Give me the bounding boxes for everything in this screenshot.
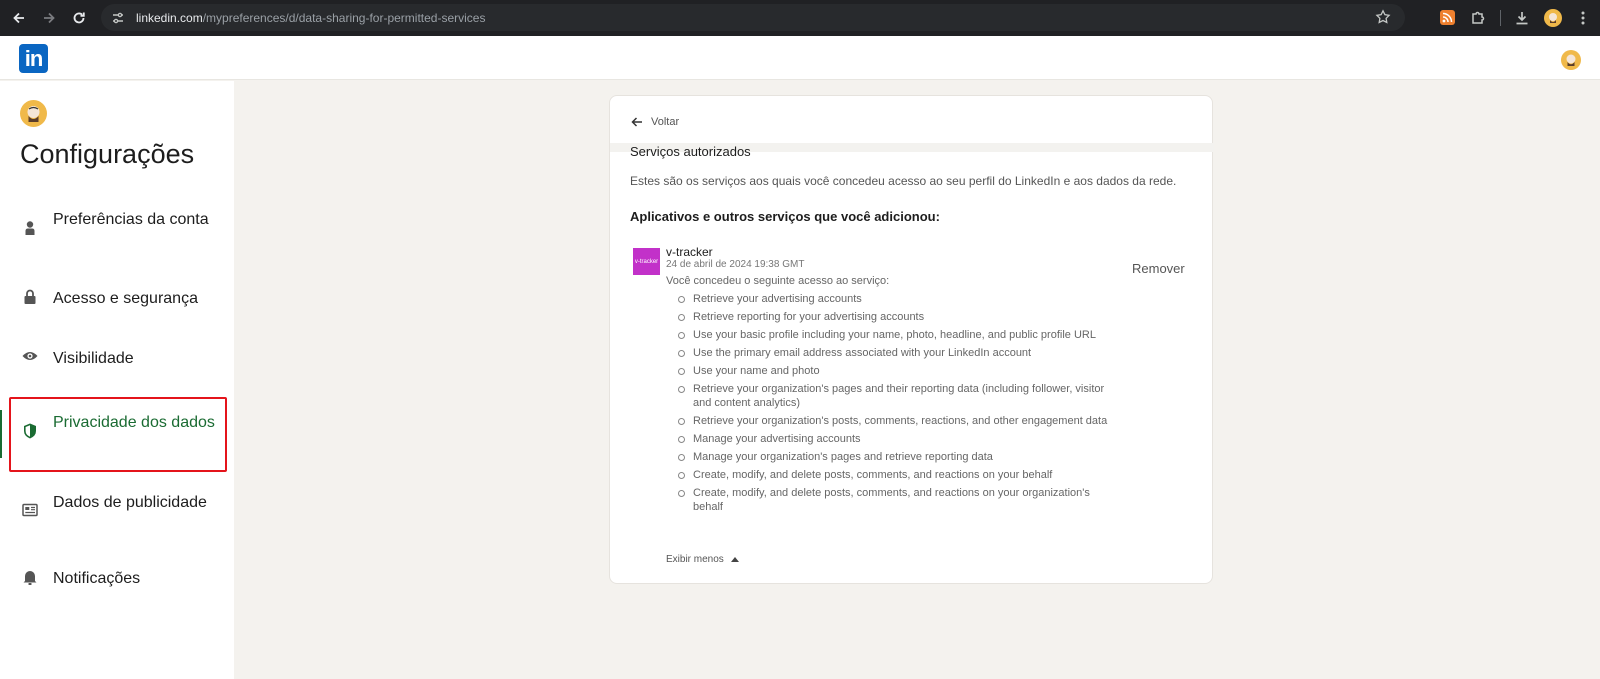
- permission-item: Use your basic profile including your na…: [678, 328, 1108, 342]
- section-description: Estes são os serviços aos quais você con…: [630, 174, 1177, 188]
- caret-up-icon: [730, 557, 739, 562]
- bell-icon: [21, 568, 39, 586]
- sidebar-item-label: Acesso e segurança: [53, 290, 198, 307]
- app-date: 24 de abril de 2024 19:38 GMT: [666, 259, 805, 270]
- permission-item: Manage your advertising accounts: [678, 432, 1108, 446]
- permission-item: Manage your organization's pages and ret…: [678, 450, 1108, 464]
- permission-item: Create, modify, and delete posts, commen…: [678, 468, 1108, 482]
- permission-item: Use your name and photo: [678, 364, 1108, 378]
- url-host: linkedin.com: [136, 10, 203, 25]
- eye-icon: [21, 347, 39, 365]
- download-icon[interactable]: [1513, 9, 1531, 27]
- browser-toolbar: linkedin.com/mypreferences/d/data-sharin…: [0, 0, 1600, 36]
- url-path: /mypreferences/d/data-sharing-for-permit…: [202, 10, 486, 25]
- person-icon: [21, 219, 39, 237]
- permissions-list: Retrieve your advertising accounts Retri…: [678, 292, 1108, 518]
- back-label: Voltar: [651, 116, 680, 128]
- rss-extension-icon[interactable]: [1440, 10, 1455, 25]
- sidebar-item-account-preferences[interactable]: Preferências da conta: [0, 207, 234, 253]
- show-less-label: Exibir menos: [666, 554, 724, 565]
- newspaper-icon: [21, 501, 39, 519]
- sidebar-item-label: Visibilidade: [53, 350, 134, 367]
- app-logo-text: v-tracker: [634, 258, 659, 265]
- browser-profile-avatar[interactable]: [1544, 9, 1562, 27]
- bookmark-star-icon[interactable]: [1375, 9, 1391, 25]
- sidebar-item-label: Preferências da conta: [53, 211, 209, 228]
- sidebar-avatar[interactable]: [20, 100, 47, 127]
- sidebar-item-visibility[interactable]: Visibilidade: [0, 346, 234, 370]
- permission-item: Create, modify, and delete posts, commen…: [678, 486, 1108, 514]
- permission-item: Retrieve your organization's pages and t…: [678, 382, 1108, 410]
- sidebar-item-label: Notificações: [53, 570, 141, 587]
- header-avatar[interactable]: [1561, 50, 1581, 70]
- linkedin-logo[interactable]: in: [19, 44, 48, 73]
- app-access-intro: Você concedeu o seguinte acesso ao servi…: [666, 275, 890, 287]
- sidebar-item-notifications[interactable]: Notificações: [0, 566, 234, 590]
- settings-title: Configurações: [20, 139, 195, 169]
- sidebar-item-access-security[interactable]: Acesso e segurança: [0, 286, 234, 310]
- linkedin-logo-text: in: [24, 46, 44, 71]
- toolbar-separator: [1500, 10, 1501, 26]
- site-settings-icon[interactable]: [110, 10, 126, 26]
- app-name: v-tracker: [666, 245, 713, 259]
- browser-menu-icon[interactable]: [1574, 9, 1592, 27]
- permission-item: Retrieve reporting for your advertising …: [678, 310, 1108, 324]
- url-text: linkedin.com/mypreferences/d/data-sharin…: [136, 11, 485, 25]
- remove-button[interactable]: Remover: [1132, 261, 1185, 276]
- permission-item: Retrieve your organization's posts, comm…: [678, 414, 1108, 428]
- sidebar-item-label: Dados de publicidade: [53, 494, 207, 511]
- permission-item: Retrieve your advertising accounts: [678, 292, 1108, 306]
- lock-icon: [21, 288, 39, 306]
- address-bar[interactable]: linkedin.com/mypreferences/d/data-sharin…: [101, 4, 1405, 31]
- permission-item: Use the primary email address associated…: [678, 346, 1108, 360]
- show-less-toggle[interactable]: Exibir menos: [666, 554, 739, 565]
- section-title: Serviços autorizados: [630, 144, 751, 159]
- settings-sidebar: Configurações Preferências da conta Aces…: [0, 81, 234, 679]
- highlight-annotation-box: [9, 397, 227, 472]
- sidebar-item-advertising-data[interactable]: Dados de publicidade: [0, 490, 234, 536]
- linkedin-header: in: [0, 36, 1600, 80]
- back-arrow-icon[interactable]: [8, 7, 30, 29]
- app-logo: v-tracker: [633, 248, 660, 275]
- permitted-services-card: Voltar Serviços autorizados Estes são os…: [609, 95, 1214, 584]
- extensions-puzzle-icon[interactable]: [1469, 9, 1487, 27]
- forward-arrow-icon[interactable]: [38, 7, 60, 29]
- reload-icon[interactable]: [68, 7, 90, 29]
- section-subheading: Aplicativos e outros serviços que você a…: [630, 209, 940, 224]
- back-link[interactable]: Voltar: [630, 115, 679, 129]
- back-arrow-icon: [630, 115, 644, 129]
